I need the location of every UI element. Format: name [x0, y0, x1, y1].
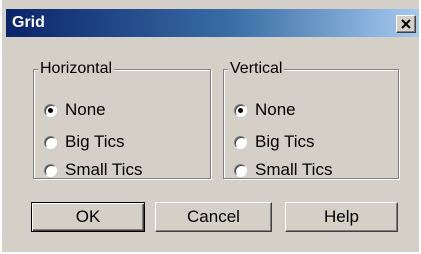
radio-selected-icon[interactable] — [44, 103, 57, 117]
vertical-option-big-tics[interactable]: Big Tics — [234, 131, 315, 153]
close-icon — [401, 19, 411, 29]
radio-unselected-icon[interactable] — [44, 135, 57, 149]
dialog-title: Grid — [12, 14, 45, 31]
option-label: Small Tics — [255, 160, 333, 179]
close-button[interactable] — [396, 15, 416, 33]
horizontal-option-big-tics[interactable]: Big Tics — [44, 131, 125, 153]
radio-unselected-icon[interactable] — [44, 163, 57, 177]
option-label: None — [65, 100, 106, 119]
grid-dialog: Grid Horizontal None Big Tics Small Tics… — [2, 0, 419, 252]
cancel-button[interactable]: Cancel — [155, 202, 272, 232]
option-label: Small Tics — [65, 160, 143, 179]
option-label: Big Tics — [65, 132, 125, 151]
horizontal-group: Horizontal None Big Tics Small Tics — [33, 61, 211, 179]
ok-button[interactable]: OK — [31, 202, 145, 232]
radio-unselected-icon[interactable] — [234, 163, 247, 177]
radio-unselected-icon[interactable] — [234, 135, 247, 149]
vertical-option-none[interactable]: None — [234, 99, 296, 121]
radio-selected-icon[interactable] — [234, 103, 247, 117]
horizontal-option-none[interactable]: None — [44, 99, 106, 121]
help-button[interactable]: Help — [285, 202, 398, 232]
option-label: Big Tics — [255, 132, 315, 151]
vertical-group: Vertical None Big Tics Small Tics — [223, 61, 399, 179]
vertical-group-label: Vertical — [228, 60, 285, 77]
title-bar[interactable]: Grid — [6, 9, 419, 37]
vertical-option-small-tics[interactable]: Small Tics — [234, 159, 332, 181]
option-label: None — [255, 100, 296, 119]
horizontal-option-small-tics[interactable]: Small Tics — [44, 159, 142, 181]
horizontal-group-label: Horizontal — [38, 60, 115, 77]
